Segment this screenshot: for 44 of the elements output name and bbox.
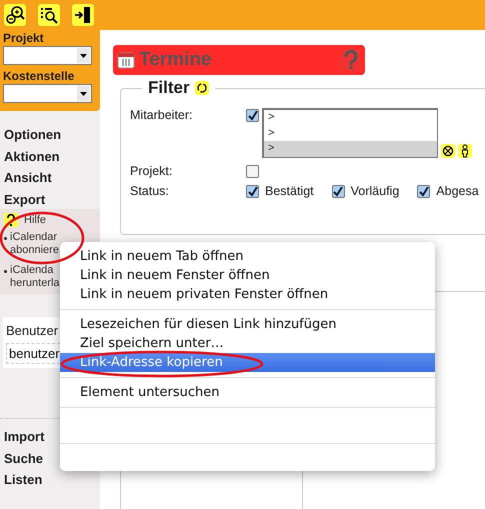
filter-title: Filter: [148, 78, 190, 98]
page-title: Termine: [139, 49, 213, 71]
checkbox-label: Vorläufig: [350, 184, 400, 198]
menu-item[interactable]: Link in neuem Tab öffnen: [60, 247, 435, 266]
filter-label: Status:: [130, 184, 170, 198]
filter-label: Projekt:: [130, 164, 174, 178]
calendar-icon: [117, 51, 135, 69]
caret-icon: [77, 48, 90, 63]
menu-item[interactable]: Element untersuchen: [60, 383, 435, 402]
caret-icon: [77, 86, 90, 101]
zoom-icon[interactable]: [4, 4, 26, 26]
list-item[interactable]: >: [264, 141, 437, 156]
bullet-icon: [4, 237, 7, 240]
bullet-icon: [4, 270, 7, 273]
nav-link[interactable]: Listen: [4, 472, 96, 494]
menu-item[interactable]: Lesezeichen für diesen Link hinzufügen: [60, 315, 435, 334]
exit-icon[interactable]: [72, 4, 94, 26]
dropdown[interactable]: [3, 84, 92, 103]
filter-label: Mitarbeiter:: [130, 108, 194, 122]
list-item[interactable]: >: [264, 110, 437, 126]
refresh-icon[interactable]: [194, 81, 209, 95]
checkbox[interactable]: [417, 185, 430, 198]
help-link[interactable]: Hilfe: [24, 214, 46, 226]
menu-item[interactable]: Link-Adresse kopieren: [60, 353, 435, 372]
menu-item[interactable]: Link in neuem Fenster öffnen: [60, 266, 435, 285]
search-icon[interactable]: [38, 4, 60, 26]
nav-link[interactable]: Aktionen: [4, 148, 96, 170]
nav-link[interactable]: Export: [4, 192, 96, 213]
clear-icon[interactable]: [441, 144, 455, 158]
select-label: Kostenstelle: [3, 69, 76, 83]
checkbox[interactable]: [246, 165, 259, 178]
menu-item[interactable]: Link in neuem privaten Fenster öffnen: [60, 285, 435, 304]
checkbox-label: Bestätigt: [265, 184, 314, 198]
select-label: Projekt: [3, 31, 45, 45]
list-box[interactable]: > > >: [262, 108, 438, 158]
person-icon[interactable]: [458, 144, 472, 158]
list-item[interactable]: >: [264, 126, 437, 141]
dropdown[interactable]: [3, 46, 92, 65]
checkbox-label: Abgesa: [436, 184, 479, 198]
nav-link[interactable]: Ansicht: [4, 170, 96, 192]
checkbox[interactable]: [246, 185, 259, 198]
nav-link[interactable]: Optionen: [4, 127, 96, 148]
checkbox[interactable]: [332, 185, 345, 198]
checkbox[interactable]: [246, 109, 259, 122]
